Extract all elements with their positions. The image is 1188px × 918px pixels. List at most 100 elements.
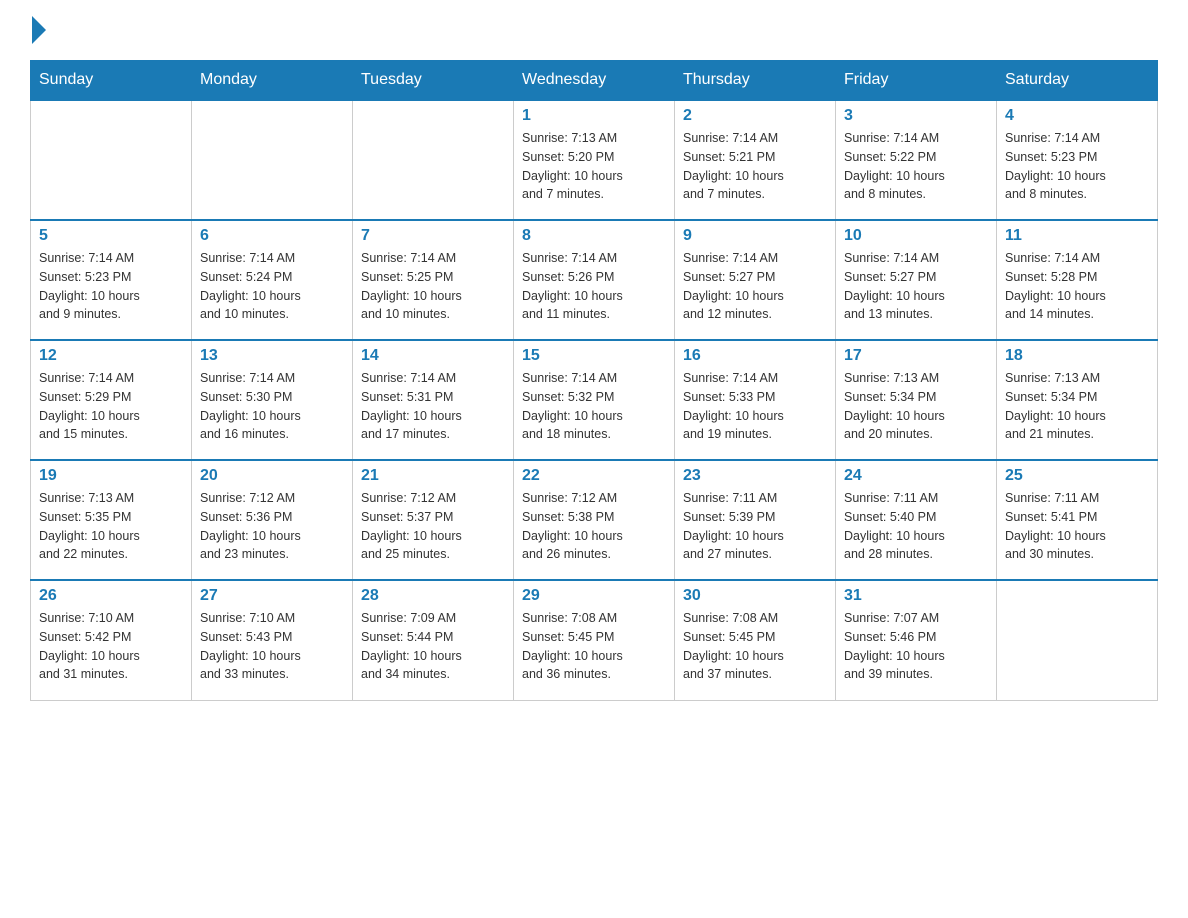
calendar-week-row: 26 Sunrise: 7:10 AM Sunset: 5:42 PM Dayli…	[31, 580, 1158, 700]
day-number: 26	[39, 587, 183, 605]
calendar-day-cell: 5 Sunrise: 7:14 AM Sunset: 5:23 PM Daylig…	[31, 220, 192, 340]
day-info: Sunrise: 7:08 AM Sunset: 5:45 PM Dayligh…	[683, 609, 827, 684]
day-number: 14	[361, 347, 505, 365]
calendar-day-cell: 24Sunrise: 7:11 AM Sunset: 5:40 PM Dayli…	[836, 460, 997, 580]
day-number: 22	[522, 467, 666, 485]
day-of-week-header: Thursday	[675, 61, 836, 101]
calendar-day-cell: 25 Sunrise: 7:11 AM Sunset: 5:41 PM Dayli…	[997, 460, 1158, 580]
day-number: 15	[522, 347, 666, 365]
day-info: Sunrise: 7:13 AM Sunset: 5:34 PM Dayligh…	[1005, 369, 1149, 444]
calendar-day-cell: 15 Sunrise: 7:14 AM Sunset: 5:32 PM Dayli…	[514, 340, 675, 460]
day-info: Sunrise: 7:14 AM Sunset: 5:29 PM Dayligh…	[39, 369, 183, 444]
day-number: 3	[844, 107, 988, 125]
day-info: Sunrise: 7:14 AM Sunset: 5:30 PM Dayligh…	[200, 369, 344, 444]
day-info: Sunrise: 7:11 AM Sunset: 5:39 PM Dayligh…	[683, 489, 827, 564]
day-number: 2	[683, 107, 827, 125]
logo-arrow-icon	[32, 16, 46, 44]
day-info: Sunrise: 7:14 AM Sunset: 5:33 PM Dayligh…	[683, 369, 827, 444]
day-number: 6	[200, 227, 344, 245]
day-info: Sunrise: 7:10 AM Sunset: 5:43 PM Dayligh…	[200, 609, 344, 684]
day-info: Sunrise: 7:14 AM Sunset: 5:28 PM Dayligh…	[1005, 249, 1149, 324]
calendar-day-cell: 10 Sunrise: 7:14 AM Sunset: 5:27 PM Dayli…	[836, 220, 997, 340]
calendar-week-row: 1Sunrise: 7:13 AM Sunset: 5:20 PM Daylig…	[31, 100, 1158, 220]
calendar-week-row: 19 Sunrise: 7:13 AM Sunset: 5:35 PM Dayli…	[31, 460, 1158, 580]
calendar-day-cell: 6 Sunrise: 7:14 AM Sunset: 5:24 PM Daylig…	[192, 220, 353, 340]
day-of-week-header: Friday	[836, 61, 997, 101]
day-number: 25	[1005, 467, 1149, 485]
calendar-day-cell: 13Sunrise: 7:14 AM Sunset: 5:30 PM Dayli…	[192, 340, 353, 460]
day-number: 8	[522, 227, 666, 245]
day-number: 9	[683, 227, 827, 245]
day-number: 29	[522, 587, 666, 605]
calendar-day-cell: 19 Sunrise: 7:13 AM Sunset: 5:35 PM Dayli…	[31, 460, 192, 580]
calendar-day-cell: 2Sunrise: 7:14 AM Sunset: 5:21 PM Daylig…	[675, 100, 836, 220]
day-info: Sunrise: 7:13 AM Sunset: 5:20 PM Dayligh…	[522, 129, 666, 204]
day-number: 10	[844, 227, 988, 245]
day-number: 18	[1005, 347, 1149, 365]
day-number: 20	[200, 467, 344, 485]
day-info: Sunrise: 7:09 AM Sunset: 5:44 PM Dayligh…	[361, 609, 505, 684]
day-info: Sunrise: 7:14 AM Sunset: 5:27 PM Dayligh…	[844, 249, 988, 324]
calendar-day-cell: 30 Sunrise: 7:08 AM Sunset: 5:45 PM Dayli…	[675, 580, 836, 700]
calendar-day-cell: 27 Sunrise: 7:10 AM Sunset: 5:43 PM Dayli…	[192, 580, 353, 700]
day-of-week-header: Tuesday	[353, 61, 514, 101]
day-number: 23	[683, 467, 827, 485]
calendar-day-cell	[192, 100, 353, 220]
calendar-day-cell	[997, 580, 1158, 700]
day-info: Sunrise: 7:08 AM Sunset: 5:45 PM Dayligh…	[522, 609, 666, 684]
calendar-day-cell: 4Sunrise: 7:14 AM Sunset: 5:23 PM Daylig…	[997, 100, 1158, 220]
page-header	[30, 20, 1158, 40]
day-info: Sunrise: 7:14 AM Sunset: 5:32 PM Dayligh…	[522, 369, 666, 444]
calendar-day-cell: 22 Sunrise: 7:12 AM Sunset: 5:38 PM Dayli…	[514, 460, 675, 580]
day-number: 5	[39, 227, 183, 245]
day-info: Sunrise: 7:13 AM Sunset: 5:34 PM Dayligh…	[844, 369, 988, 444]
day-number: 31	[844, 587, 988, 605]
day-of-week-header: Monday	[192, 61, 353, 101]
calendar-day-cell: 11 Sunrise: 7:14 AM Sunset: 5:28 PM Dayli…	[997, 220, 1158, 340]
calendar-day-cell: 23 Sunrise: 7:11 AM Sunset: 5:39 PM Dayli…	[675, 460, 836, 580]
day-number: 30	[683, 587, 827, 605]
day-number: 12	[39, 347, 183, 365]
day-info: Sunrise: 7:12 AM Sunset: 5:36 PM Dayligh…	[200, 489, 344, 564]
day-number: 21	[361, 467, 505, 485]
day-number: 17	[844, 347, 988, 365]
day-info: Sunrise: 7:14 AM Sunset: 5:24 PM Dayligh…	[200, 249, 344, 324]
day-info: Sunrise: 7:10 AM Sunset: 5:42 PM Dayligh…	[39, 609, 183, 684]
day-number: 16	[683, 347, 827, 365]
calendar-day-cell: 16 Sunrise: 7:14 AM Sunset: 5:33 PM Dayli…	[675, 340, 836, 460]
calendar-table: SundayMondayTuesdayWednesdayThursdayFrid…	[30, 60, 1158, 701]
day-info: Sunrise: 7:14 AM Sunset: 5:31 PM Dayligh…	[361, 369, 505, 444]
calendar-day-cell: 9 Sunrise: 7:14 AM Sunset: 5:27 PM Daylig…	[675, 220, 836, 340]
calendar-day-cell	[353, 100, 514, 220]
day-info: Sunrise: 7:14 AM Sunset: 5:27 PM Dayligh…	[683, 249, 827, 324]
day-info: Sunrise: 7:12 AM Sunset: 5:37 PM Dayligh…	[361, 489, 505, 564]
day-info: Sunrise: 7:14 AM Sunset: 5:23 PM Dayligh…	[39, 249, 183, 324]
calendar-day-cell: 7Sunrise: 7:14 AM Sunset: 5:25 PM Daylig…	[353, 220, 514, 340]
calendar-day-cell: 17 Sunrise: 7:13 AM Sunset: 5:34 PM Dayli…	[836, 340, 997, 460]
logo	[30, 20, 46, 40]
day-of-week-header: Sunday	[31, 61, 192, 101]
day-number: 19	[39, 467, 183, 485]
calendar-day-cell: 8 Sunrise: 7:14 AM Sunset: 5:26 PM Daylig…	[514, 220, 675, 340]
day-info: Sunrise: 7:14 AM Sunset: 5:26 PM Dayligh…	[522, 249, 666, 324]
calendar-day-cell: 31Sunrise: 7:07 AM Sunset: 5:46 PM Dayli…	[836, 580, 997, 700]
day-info: Sunrise: 7:11 AM Sunset: 5:41 PM Dayligh…	[1005, 489, 1149, 564]
day-number: 7	[361, 227, 505, 245]
day-info: Sunrise: 7:13 AM Sunset: 5:35 PM Dayligh…	[39, 489, 183, 564]
calendar-day-cell: 18 Sunrise: 7:13 AM Sunset: 5:34 PM Dayli…	[997, 340, 1158, 460]
day-of-week-header: Saturday	[997, 61, 1158, 101]
calendar-day-cell: 21 Sunrise: 7:12 AM Sunset: 5:37 PM Dayli…	[353, 460, 514, 580]
calendar-day-cell: 28 Sunrise: 7:09 AM Sunset: 5:44 PM Dayli…	[353, 580, 514, 700]
day-info: Sunrise: 7:11 AM Sunset: 5:40 PM Dayligh…	[844, 489, 988, 564]
day-number: 4	[1005, 107, 1149, 125]
calendar-week-row: 5 Sunrise: 7:14 AM Sunset: 5:23 PM Daylig…	[31, 220, 1158, 340]
calendar-day-cell: 3Sunrise: 7:14 AM Sunset: 5:22 PM Daylig…	[836, 100, 997, 220]
calendar-day-cell: 1Sunrise: 7:13 AM Sunset: 5:20 PM Daylig…	[514, 100, 675, 220]
day-number: 27	[200, 587, 344, 605]
day-number: 11	[1005, 227, 1149, 245]
day-number: 28	[361, 587, 505, 605]
calendar-day-cell: 14 Sunrise: 7:14 AM Sunset: 5:31 PM Dayli…	[353, 340, 514, 460]
day-info: Sunrise: 7:12 AM Sunset: 5:38 PM Dayligh…	[522, 489, 666, 564]
calendar-day-cell	[31, 100, 192, 220]
calendar-day-cell: 26 Sunrise: 7:10 AM Sunset: 5:42 PM Dayli…	[31, 580, 192, 700]
